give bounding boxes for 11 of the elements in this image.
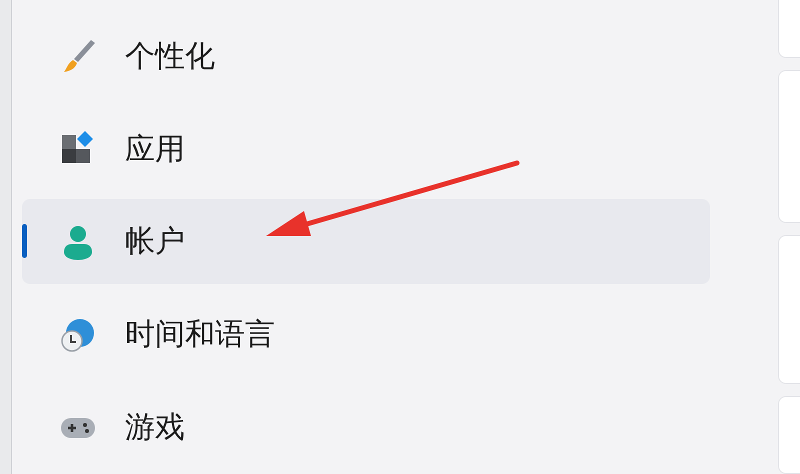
nav-label: 应用 [125, 132, 185, 168]
nav-label: 时间和语言 [125, 317, 275, 354]
nav-label: 个性化 [125, 38, 215, 75]
nav-item[interactable]: 应用 [22, 106, 710, 192]
selection-indicator [22, 224, 27, 258]
nav-item[interactable]: 时间和语言 [22, 292, 710, 378]
nav-label: 帐户 [125, 224, 185, 260]
nav-item[interactable]: 游戏 [22, 385, 710, 470]
nav-label: 游戏 [125, 410, 185, 446]
nav-item[interactable]: 个性化 [22, 14, 710, 99]
nav-item[interactable]: 帐户 [22, 199, 710, 284]
